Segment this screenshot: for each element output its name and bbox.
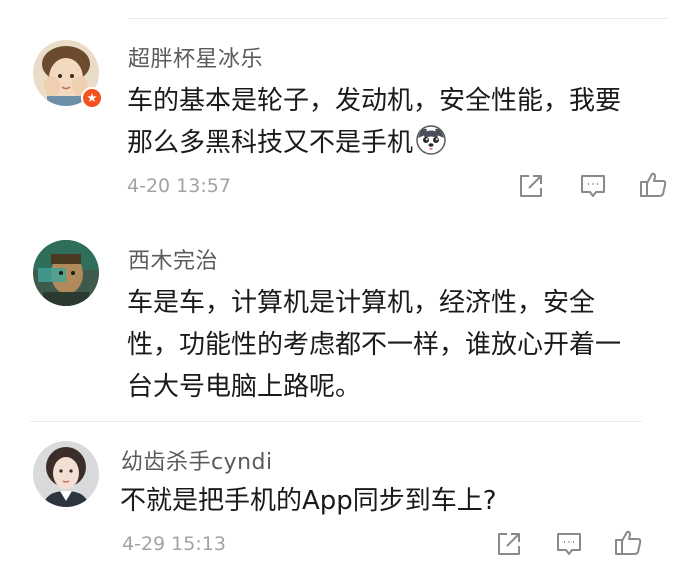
comment-line: 性，功能性的考虑都不一样，谁放心开着一 bbox=[127, 330, 622, 360]
avatar[interactable] bbox=[33, 441, 99, 507]
comment-line: 车的基本是轮子，发动机，安全性能，我要 bbox=[127, 86, 622, 116]
share-icon[interactable] bbox=[494, 529, 524, 559]
username[interactable]: 超胖杯星冰乐 bbox=[128, 41, 263, 73]
timestamp: 4-29 15:13 bbox=[122, 533, 226, 555]
avatar[interactable] bbox=[33, 240, 99, 306]
username[interactable]: 西木完治 bbox=[128, 243, 218, 275]
comment-line: 车是车，计算机是计算机，经济性，安全 bbox=[127, 288, 596, 318]
comment-icon[interactable] bbox=[578, 171, 608, 201]
comment-text: 车是车，计算机是计算机，经济性，安全 性，功能性的考虑都不一样，谁放心开着一 台… bbox=[127, 282, 621, 408]
avatar-image-3 bbox=[33, 441, 99, 507]
thumbs-up-icon[interactable] bbox=[613, 527, 643, 557]
comment-line: 不就是把手机的App同步到车上? bbox=[120, 486, 497, 516]
comment-icon[interactable] bbox=[554, 529, 584, 559]
thumbs-up-icon[interactable] bbox=[638, 169, 668, 199]
timestamp: 4-20 13:57 bbox=[127, 175, 231, 197]
comment-line-with-emoji: 那么多黑科技又不是手机 bbox=[127, 122, 621, 164]
comment-divider bbox=[30, 421, 642, 422]
avatar-image-2 bbox=[33, 240, 99, 306]
comment-list: 超胖杯星冰乐 车的基本是轮子，发动机，安全性能，我要 那么多黑科技又不是手机 4… bbox=[0, 0, 675, 582]
username[interactable]: 幼齿杀手cyndi bbox=[121, 444, 273, 476]
comment-text: 车的基本是轮子，发动机，安全性能，我要 那么多黑科技又不是手机 bbox=[127, 80, 621, 164]
verified-badge-icon bbox=[81, 87, 103, 109]
comment-line: 台大号电脑上路呢。 bbox=[127, 372, 362, 402]
comment-line: 那么多黑科技又不是手机 bbox=[127, 128, 414, 158]
top-divider bbox=[128, 18, 668, 19]
husky-dog-emoji-icon bbox=[416, 125, 446, 155]
share-icon[interactable] bbox=[516, 171, 546, 201]
comment-text: 不就是把手机的App同步到车上? bbox=[120, 480, 497, 522]
